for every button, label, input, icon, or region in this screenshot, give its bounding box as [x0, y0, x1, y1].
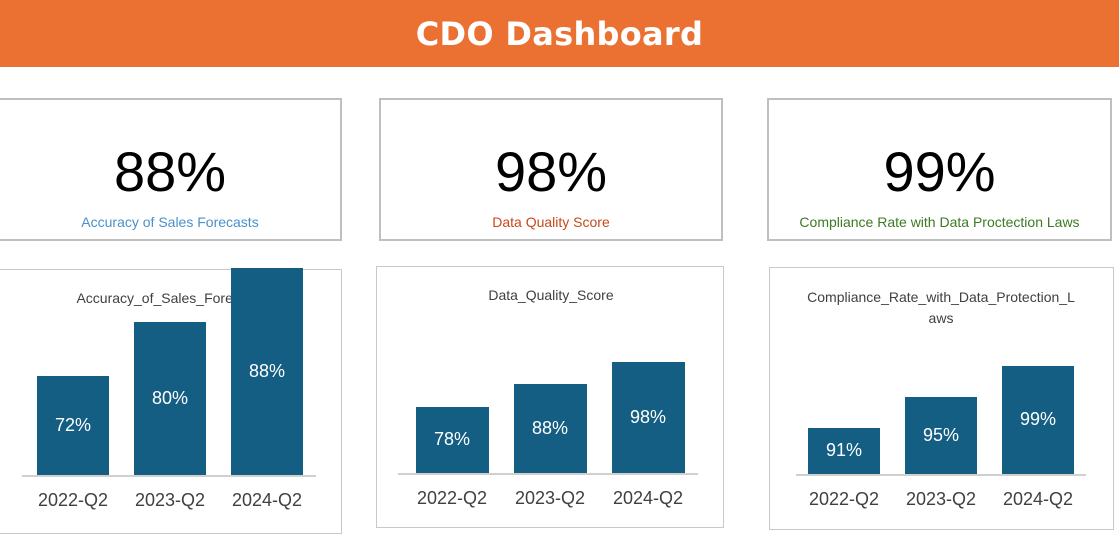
bar-data-label: 99% [1019, 409, 1057, 430]
chart-title: Compliance_Rate_with_Data_Protection_Law… [807, 289, 1075, 326]
kpi-label: Compliance Rate with Data Proctection La… [799, 214, 1080, 230]
x-axis-tick-label: 2022-Q2 [416, 488, 488, 508]
kpi-card-compliance-rate: 99% Compliance Rate with Data Proctectio… [767, 98, 1112, 241]
bar-sales-forecast-accuracy-2024-Q2: 88% [231, 268, 303, 475]
bar-data-quality-score-2022-Q2: 78% [415, 406, 489, 473]
kpi-card-sales-forecast-accuracy: 88% Accuracy of Sales Forecasts [0, 98, 342, 241]
bar-data-label: 98% [629, 406, 667, 427]
chart-title: Data_Quality_Score [488, 287, 614, 303]
bar-data-label: 72% [54, 415, 92, 436]
kpi-label: Accuracy of Sales Forecasts [81, 214, 259, 230]
bar-data-label: 78% [433, 429, 471, 450]
bar-sales-forecast-accuracy-2022-Q2: 72% [37, 376, 109, 475]
x-axis-line [22, 475, 316, 477]
kpi-value: 98% [494, 140, 608, 203]
x-axis-tick-label: 2022-Q2 [37, 490, 109, 510]
x-axis-tick-label: 2024-Q2 [612, 488, 684, 508]
kpi-label: Data Quality Score [492, 214, 610, 230]
x-axis-tick-label: 2022-Q2 [808, 489, 880, 509]
bar-data-quality-score-2023-Q2: 88% [513, 384, 587, 473]
kpi-card-data-quality-score: 98% Data Quality Score [379, 98, 723, 241]
dashboard-title: CDO Dashboard [415, 14, 704, 53]
bar-data-label: 80% [151, 388, 189, 409]
bar-compliance-rate-2023-Q2: 95% [905, 396, 977, 474]
bar-data-quality-score-2024-Q2: 98% [611, 361, 685, 473]
bar-data-label: 95% [922, 424, 960, 445]
kpi-value: 99% [883, 140, 996, 203]
x-axis-tick-label: 2023-Q2 [514, 488, 586, 508]
bar-compliance-rate-2022-Q2: 91% [808, 427, 880, 474]
kpi-value: 88% [113, 140, 227, 203]
x-axis-line [796, 474, 1086, 476]
bar-data-label: 88% [531, 418, 569, 439]
bar-data-label: 88% [248, 361, 286, 382]
x-axis-tick-label: 2023-Q2 [905, 489, 977, 509]
x-axis-tick-label: 2024-Q2 [1002, 489, 1074, 509]
x-axis-tick-label: 2024-Q2 [231, 490, 303, 510]
bar-sales-forecast-accuracy-2023-Q2: 80% [134, 322, 206, 475]
dashboard-header: CDO Dashboard [0, 0, 1119, 67]
bar-compliance-rate-2024-Q2: 99% [1002, 365, 1074, 474]
x-axis-tick-label: 2023-Q2 [134, 490, 206, 510]
x-axis-line [398, 473, 698, 475]
bar-data-label: 91% [825, 440, 863, 461]
